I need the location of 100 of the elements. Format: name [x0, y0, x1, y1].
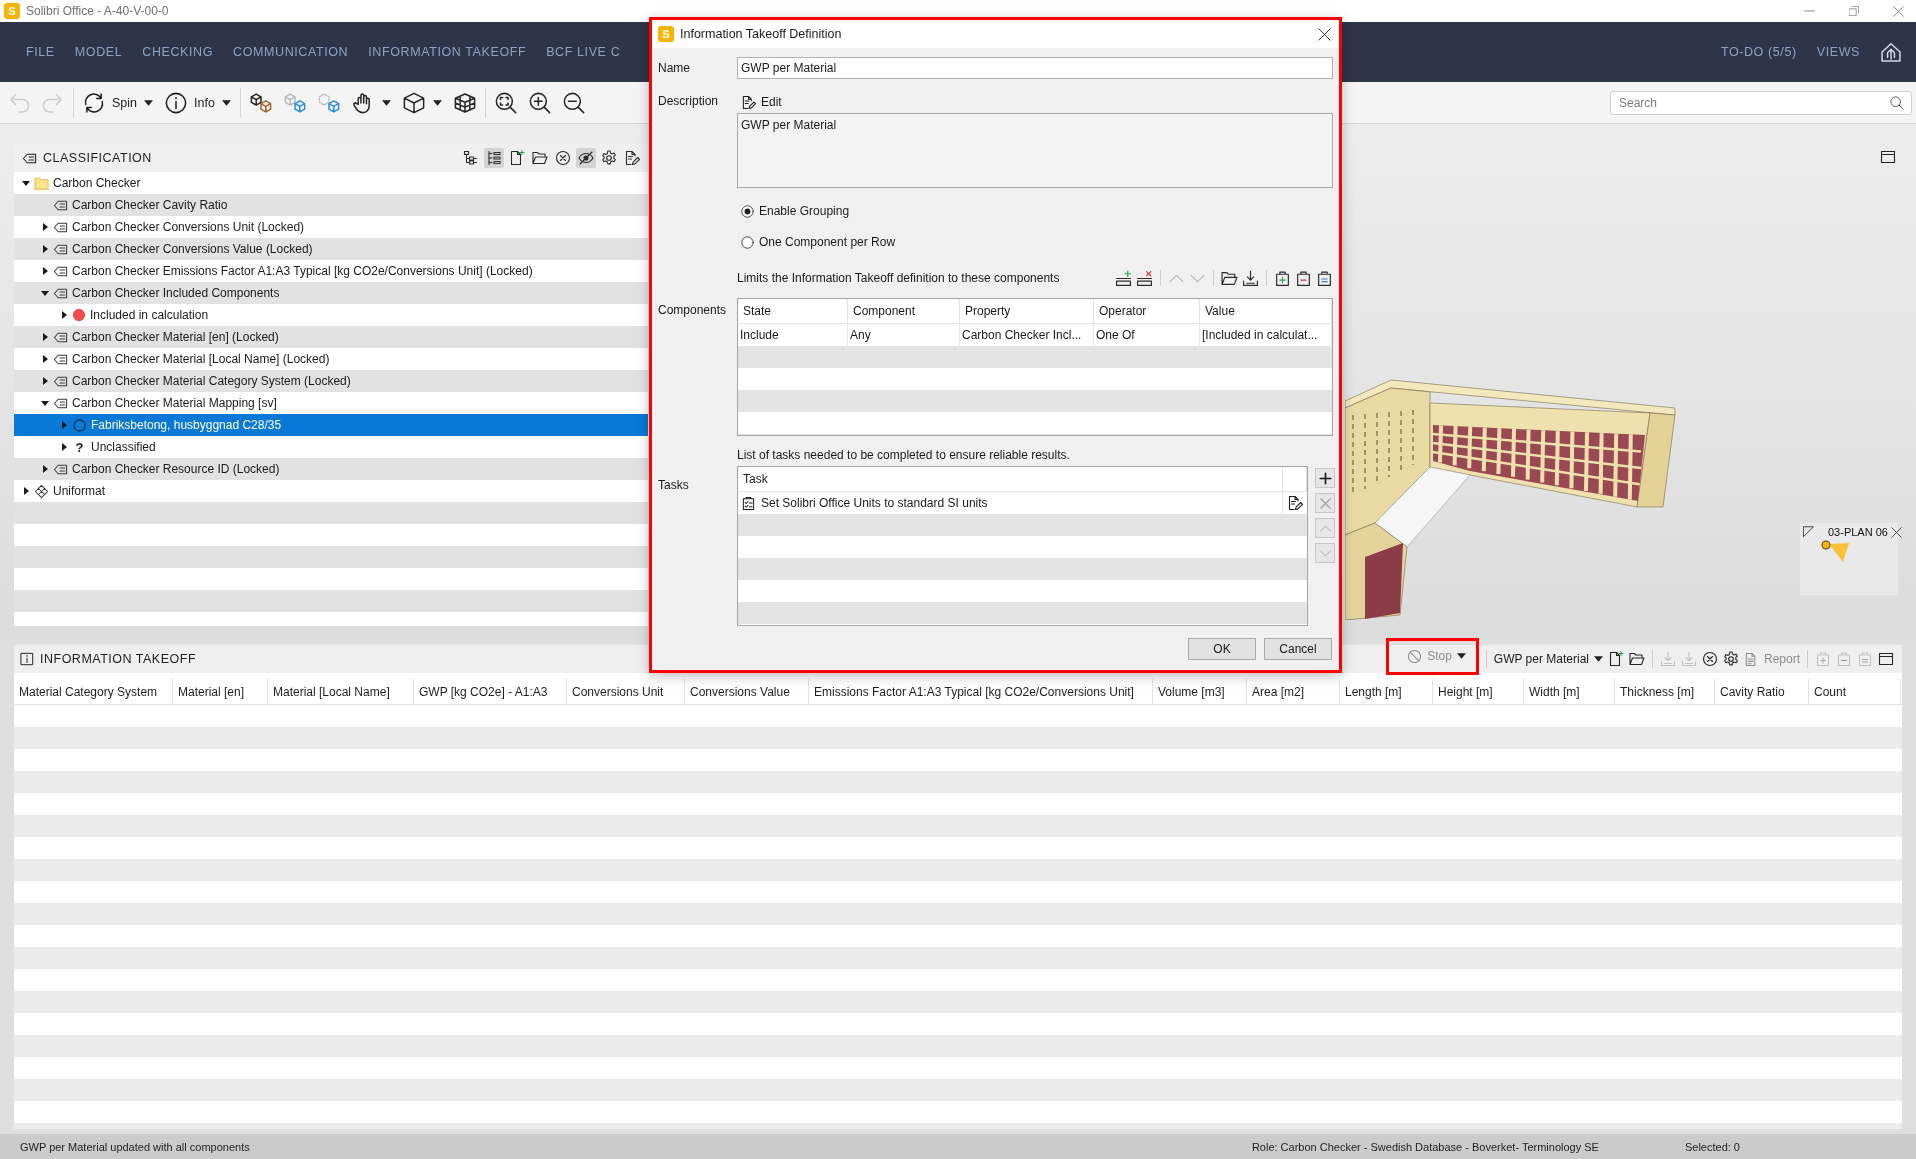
download-icon[interactable] [1242, 269, 1259, 287]
column-header[interactable]: Cavity Ratio [1715, 679, 1809, 704]
name-field[interactable]: GWP per Material [737, 57, 1333, 79]
column-header[interactable]: Component [848, 299, 960, 323]
clipboard-add-icon[interactable] [1274, 269, 1291, 287]
tree-item[interactable]: ? Unclassified [14, 436, 648, 458]
column-header[interactable]: Property [960, 299, 1094, 323]
column-header[interactable]: Emissions Factor A1:A3 Typical [kg CO2e/Conversions Unit] [809, 679, 1153, 704]
search-field[interactable]: Search [1610, 90, 1912, 115]
house-arrows-icon[interactable] [1880, 41, 1902, 63]
column-header[interactable]: GWP [kg CO2e] - A1:A3 [414, 679, 567, 704]
cubes-icon[interactable] [249, 91, 272, 114]
tree-item[interactable]: Carbon Checker Conversions Unit (Locked) [14, 216, 648, 238]
folder-open-icon[interactable] [1221, 269, 1238, 287]
column-header[interactable]: Count [1809, 679, 1901, 704]
spin-button[interactable]: Spin [83, 87, 154, 118]
menu-item[interactable]: CHECKING [132, 45, 224, 59]
tree-item[interactable]: Carbon Checker Emissions Factor A1:A3 Typical [kg CO2e/Conversions Unit] (Locked) [14, 260, 648, 282]
menu-item[interactable]: BCF LIVE C [536, 45, 631, 59]
column-header[interactable]: Operator [1094, 299, 1200, 323]
caret-down-icon[interactable] [41, 290, 49, 296]
dialog-button[interactable]: OK [1188, 638, 1256, 660]
radio-option[interactable]: One Component per Row [741, 234, 896, 250]
dialog-button[interactable]: Cancel [1264, 638, 1332, 660]
column-header[interactable]: Thickness [m] [1615, 679, 1715, 704]
definition-button[interactable]: GWP per Material [1493, 648, 1603, 670]
column-header[interactable]: Width [m] [1524, 679, 1615, 704]
clear-icon[interactable] [553, 148, 573, 168]
radio-button[interactable] [741, 235, 754, 249]
column-header[interactable]: Material Category System [14, 679, 173, 704]
caret-icon[interactable] [432, 99, 442, 106]
description-field[interactable]: GWP per Material [737, 113, 1333, 188]
tree-item[interactable]: Carbon Checker Resource ID (Locked) [14, 458, 648, 480]
tree-item[interactable]: Carbon Checker [14, 172, 648, 194]
tree-item[interactable]: Carbon Checker Included Components [14, 282, 648, 304]
menu-item[interactable]: MODEL [64, 45, 133, 59]
menu-item[interactable]: FILE [16, 45, 65, 59]
tree-item[interactable]: Carbon Checker Material [Local Name] (Locked) [14, 348, 648, 370]
tree-item[interactable]: Uniformat [14, 480, 648, 502]
edit-icon[interactable] [1287, 495, 1303, 511]
tree-item[interactable]: Carbon Checker Material [en] (Locked) [14, 326, 648, 348]
tree-item[interactable]: Carbon Checker Material Category System (Locked) [14, 370, 648, 392]
zoom-in-icon[interactable] [528, 91, 551, 114]
remove-row-icon[interactable] [1136, 269, 1153, 287]
cube-icon[interactable] [402, 91, 425, 114]
caret-down-icon[interactable] [22, 180, 30, 186]
caret-right-icon[interactable] [42, 245, 48, 253]
new-file-icon[interactable] [1607, 651, 1624, 667]
column-header[interactable]: Conversions Value [685, 679, 809, 704]
caret-right-icon[interactable] [23, 487, 29, 495]
menu-item[interactable]: INFORMATION TAKEOFF [358, 45, 537, 59]
tree-item[interactable]: Fabriksbetong, husbyggnad C28/35 [14, 414, 648, 436]
section-box-icon[interactable] [453, 91, 476, 114]
folder-open-icon[interactable] [1628, 651, 1645, 667]
menu-item[interactable]: TO-DO (5/5) [1710, 45, 1807, 59]
menu-item[interactable]: VIEWS [1806, 45, 1870, 59]
corner-icon[interactable] [1803, 526, 1815, 538]
close-icon[interactable] [1890, 526, 1902, 538]
window-icon[interactable] [1880, 149, 1896, 165]
column-header[interactable]: Task [738, 467, 1283, 491]
settings-icon[interactable] [1722, 651, 1739, 667]
caret-right-icon[interactable] [42, 465, 48, 473]
info-button[interactable]: Info [165, 87, 231, 118]
caret-right-icon[interactable] [42, 223, 48, 231]
caret-right-icon[interactable] [42, 333, 48, 341]
window-icon[interactable] [1878, 651, 1894, 667]
column-header[interactable]: Area [m2] [1247, 679, 1340, 704]
tree-item[interactable]: Carbon Checker Cavity Ratio [14, 194, 648, 216]
caret-icon[interactable] [381, 99, 391, 106]
tree-item[interactable]: Carbon Checker Material Mapping [sv] [14, 392, 648, 414]
zoom-out-icon[interactable] [562, 91, 585, 114]
column-header[interactable]: Material [Local Name] [268, 679, 414, 704]
menu-item[interactable]: COMMUNICATION [223, 45, 359, 59]
close-icon[interactable] [1318, 27, 1331, 41]
tree-item[interactable]: Carbon Checker Conversions Value (Locked) [14, 238, 648, 260]
restore-icon[interactable] [1849, 6, 1859, 16]
radio-button[interactable] [741, 204, 754, 218]
caret-right-icon[interactable] [61, 311, 67, 319]
eye-slash-icon[interactable] [576, 148, 596, 168]
add-button[interactable] [1315, 468, 1335, 488]
edit-button[interactable]: Edit [741, 94, 782, 110]
column-header[interactable]: Length [m] [1340, 679, 1433, 704]
tree-item[interactable]: Included in calculation [14, 304, 648, 326]
column-header[interactable]: State [738, 299, 848, 323]
caret-right-icon[interactable] [42, 355, 48, 363]
caret-right-icon[interactable] [61, 443, 67, 451]
column-header[interactable]: Value [1200, 299, 1332, 323]
clipboard-icon[interactable] [1316, 269, 1333, 287]
settings-icon[interactable] [599, 148, 619, 168]
caret-right-icon[interactable] [42, 267, 48, 275]
zoom-fit-icon[interactable] [494, 91, 517, 114]
caret-down-icon[interactable] [41, 400, 49, 406]
column-header[interactable]: Height [m] [1433, 679, 1524, 704]
tree-list-icon[interactable] [484, 148, 504, 168]
column-header[interactable]: Volume [m3] [1153, 679, 1247, 704]
column-header[interactable]: Conversions Unit [567, 679, 685, 704]
column-header[interactable]: Material [en] [173, 679, 268, 704]
clipboard-remove-icon[interactable] [1295, 269, 1312, 287]
clear-icon[interactable] [1701, 651, 1718, 667]
add-row-icon[interactable] [1115, 269, 1132, 287]
